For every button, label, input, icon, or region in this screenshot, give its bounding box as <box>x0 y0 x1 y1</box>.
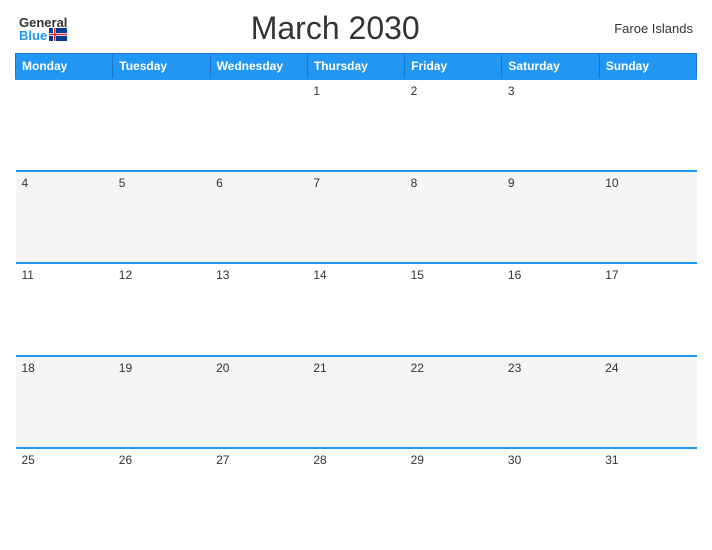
calendar-table: MondayTuesdayWednesdayThursdayFridaySatu… <box>15 53 697 540</box>
calendar-cell: 12 <box>113 263 210 355</box>
day-number: 25 <box>22 453 35 467</box>
day-number: 4 <box>22 176 29 190</box>
day-number: 9 <box>508 176 515 190</box>
calendar-cell: 20 <box>210 356 307 448</box>
day-number: 18 <box>22 361 35 375</box>
calendar-cell <box>16 79 113 171</box>
weekday-header-wednesday: Wednesday <box>210 54 307 80</box>
calendar-cell: 3 <box>502 79 599 171</box>
calendar-header: MondayTuesdayWednesdayThursdayFridaySatu… <box>16 54 697 80</box>
day-number: 2 <box>411 84 418 98</box>
week-row-4: 18 19 20 21 22 23 24 <box>16 356 697 448</box>
day-number: 11 <box>22 268 34 282</box>
page-wrapper: General Blue March 2030 Faroe Islands Mo… <box>0 0 712 550</box>
calendar-cell: 17 <box>599 263 696 355</box>
day-number: 7 <box>313 176 320 190</box>
week-row-2: 4 5 6 7 8 9 10 <box>16 171 697 263</box>
day-number: 26 <box>119 453 132 467</box>
weekday-header-row: MondayTuesdayWednesdayThursdayFridaySatu… <box>16 54 697 80</box>
day-number: 16 <box>508 268 521 282</box>
logo-flag-icon <box>49 28 67 41</box>
calendar-cell: 15 <box>405 263 502 355</box>
day-number: 14 <box>313 268 326 282</box>
calendar-cell <box>599 79 696 171</box>
calendar-cell: 21 <box>307 356 404 448</box>
calendar-cell: 29 <box>405 448 502 540</box>
week-row-3: 11 12 13 14 15 16 17 <box>16 263 697 355</box>
calendar-cell: 31 <box>599 448 696 540</box>
calendar-cell <box>210 79 307 171</box>
calendar-cell: 23 <box>502 356 599 448</box>
day-number: 19 <box>119 361 132 375</box>
day-number: 10 <box>605 176 618 190</box>
region-label: Faroe Islands <box>603 21 693 36</box>
calendar-cell: 4 <box>16 171 113 263</box>
calendar-cell: 27 <box>210 448 307 540</box>
calendar-cell: 24 <box>599 356 696 448</box>
day-number: 28 <box>313 453 326 467</box>
day-number: 17 <box>605 268 618 282</box>
calendar-body: 1234567891011121314151617181920212223242… <box>16 79 697 540</box>
calendar-cell: 28 <box>307 448 404 540</box>
calendar-cell: 10 <box>599 171 696 263</box>
calendar-cell: 6 <box>210 171 307 263</box>
calendar-cell: 9 <box>502 171 599 263</box>
calendar-cell: 11 <box>16 263 113 355</box>
day-number: 8 <box>411 176 418 190</box>
calendar-cell: 26 <box>113 448 210 540</box>
day-number: 12 <box>119 268 132 282</box>
logo-line: Blue <box>19 29 67 42</box>
calendar-cell: 5 <box>113 171 210 263</box>
calendar-cell: 8 <box>405 171 502 263</box>
day-number: 6 <box>216 176 223 190</box>
day-number: 23 <box>508 361 521 375</box>
calendar-title: March 2030 <box>67 10 603 47</box>
calendar-cell: 14 <box>307 263 404 355</box>
weekday-header-thursday: Thursday <box>307 54 404 80</box>
calendar-cell: 22 <box>405 356 502 448</box>
logo: General Blue <box>19 16 67 42</box>
day-number: 24 <box>605 361 618 375</box>
calendar-cell: 7 <box>307 171 404 263</box>
calendar-cell: 19 <box>113 356 210 448</box>
logo-blue-text: Blue <box>19 29 47 42</box>
day-number: 21 <box>313 361 326 375</box>
calendar-cell: 2 <box>405 79 502 171</box>
week-row-5: 25 26 27 28 29 30 31 <box>16 448 697 540</box>
calendar-cell <box>113 79 210 171</box>
day-number: 3 <box>508 84 515 98</box>
calendar-cell: 30 <box>502 448 599 540</box>
calendar-cell: 13 <box>210 263 307 355</box>
day-number: 15 <box>411 268 424 282</box>
day-number: 20 <box>216 361 229 375</box>
weekday-header-saturday: Saturday <box>502 54 599 80</box>
day-number: 5 <box>119 176 126 190</box>
day-number: 29 <box>411 453 424 467</box>
weekday-header-friday: Friday <box>405 54 502 80</box>
day-number: 13 <box>216 268 229 282</box>
weekday-header-tuesday: Tuesday <box>113 54 210 80</box>
day-number: 30 <box>508 453 521 467</box>
weekday-header-monday: Monday <box>16 54 113 80</box>
calendar-cell: 1 <box>307 79 404 171</box>
day-number: 31 <box>605 453 618 467</box>
day-number: 27 <box>216 453 229 467</box>
calendar-cell: 18 <box>16 356 113 448</box>
calendar-cell: 16 <box>502 263 599 355</box>
header: General Blue March 2030 Faroe Islands <box>15 10 697 47</box>
day-number: 1 <box>313 84 320 98</box>
calendar-cell: 25 <box>16 448 113 540</box>
day-number: 22 <box>411 361 424 375</box>
week-row-1: 1 2 3 <box>16 79 697 171</box>
weekday-header-sunday: Sunday <box>599 54 696 80</box>
